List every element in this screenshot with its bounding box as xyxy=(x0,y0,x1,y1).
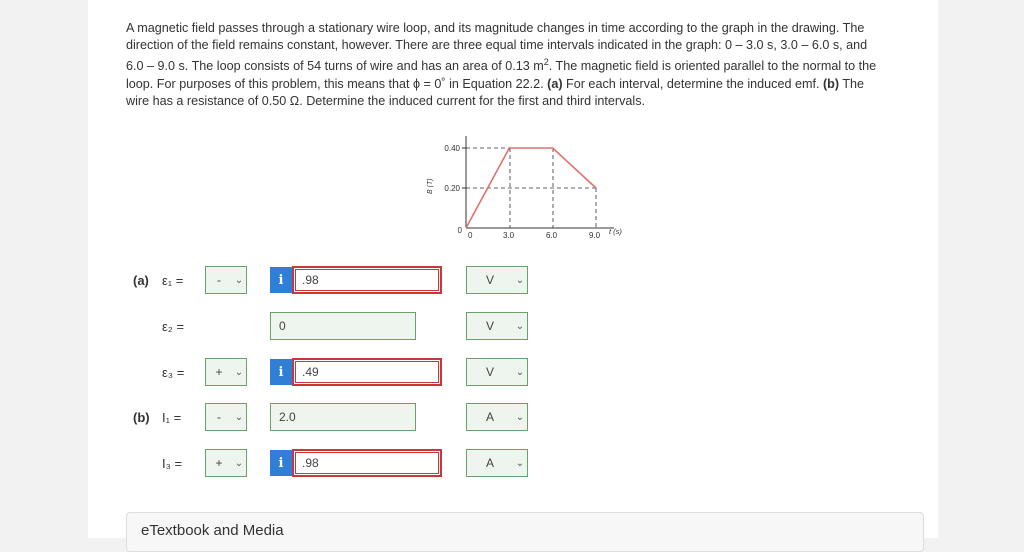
y-tick-0.40: 0.40 xyxy=(444,144,460,153)
current1-answer-input[interactable]: 2.0 xyxy=(270,403,416,431)
field-vs-time-graph: 0.40 0.20 0 0 3.0 6.0 9.0 t (s) B (T) xyxy=(427,136,622,240)
current3-unit-select[interactable]: A ⌄ xyxy=(466,449,528,477)
chevron-down-icon: ⌄ xyxy=(515,457,525,469)
emf3-answer-input[interactable]: .49 xyxy=(292,358,442,386)
emf3-sign-select[interactable]: + ⌄ xyxy=(205,358,247,386)
chevron-down-icon: ⌄ xyxy=(515,366,525,378)
y-axis-label: B (T) xyxy=(427,178,434,194)
etextbook-media-section[interactable]: eTextbook and Media xyxy=(126,512,924,552)
emf2-unit-select[interactable]: V ⌄ xyxy=(466,312,528,340)
emf2-answer-input[interactable]: 0 xyxy=(270,312,416,340)
current3-answer-input[interactable]: .98 xyxy=(292,449,442,477)
x-tick-0: 0 xyxy=(468,231,473,240)
chevron-down-icon: ⌄ xyxy=(515,320,525,332)
chevron-down-icon: ⌄ xyxy=(234,366,244,378)
chevron-down-icon: ⌄ xyxy=(515,411,525,423)
current3-sign-select[interactable]: + ⌄ xyxy=(205,449,247,477)
emf3-unit-select[interactable]: V ⌄ xyxy=(466,358,528,386)
info-icon[interactable]: i xyxy=(270,450,292,476)
y-tick-0: 0 xyxy=(458,226,463,235)
chevron-down-icon: ⌄ xyxy=(234,411,244,423)
emf1-unit-select[interactable]: V ⌄ xyxy=(466,266,528,294)
emf1-label: ε₁ = xyxy=(162,273,184,288)
current3-label: I₃ = xyxy=(162,456,183,471)
part-b-label: (b) xyxy=(133,410,150,425)
x-tick-3.0: 3.0 xyxy=(503,231,515,240)
emf1-sign-select[interactable]: - ⌄ xyxy=(205,266,247,294)
info-icon[interactable]: i xyxy=(270,359,292,385)
current1-label: I₁ = xyxy=(162,410,182,425)
current1-sign-select[interactable]: - ⌄ xyxy=(205,403,247,431)
x-tick-6.0: 6.0 xyxy=(546,231,558,240)
emf3-label: ε₃ = xyxy=(162,365,185,380)
x-axis-label: t (s) xyxy=(609,227,622,236)
chevron-down-icon: ⌄ xyxy=(234,457,244,469)
chevron-down-icon: ⌄ xyxy=(234,274,244,286)
problem-statement: A magnetic field passes through a statio… xyxy=(126,21,877,108)
x-tick-9.0: 9.0 xyxy=(589,231,601,240)
chevron-down-icon: ⌄ xyxy=(515,274,525,286)
emf2-label: ε₂ = xyxy=(162,319,185,334)
info-icon[interactable]: i xyxy=(270,267,292,293)
current1-unit-select[interactable]: A ⌄ xyxy=(466,403,528,431)
y-tick-0.20: 0.20 xyxy=(444,184,460,193)
part-a-label: (a) xyxy=(133,273,149,288)
emf1-answer-input[interactable]: .98 xyxy=(292,266,442,294)
